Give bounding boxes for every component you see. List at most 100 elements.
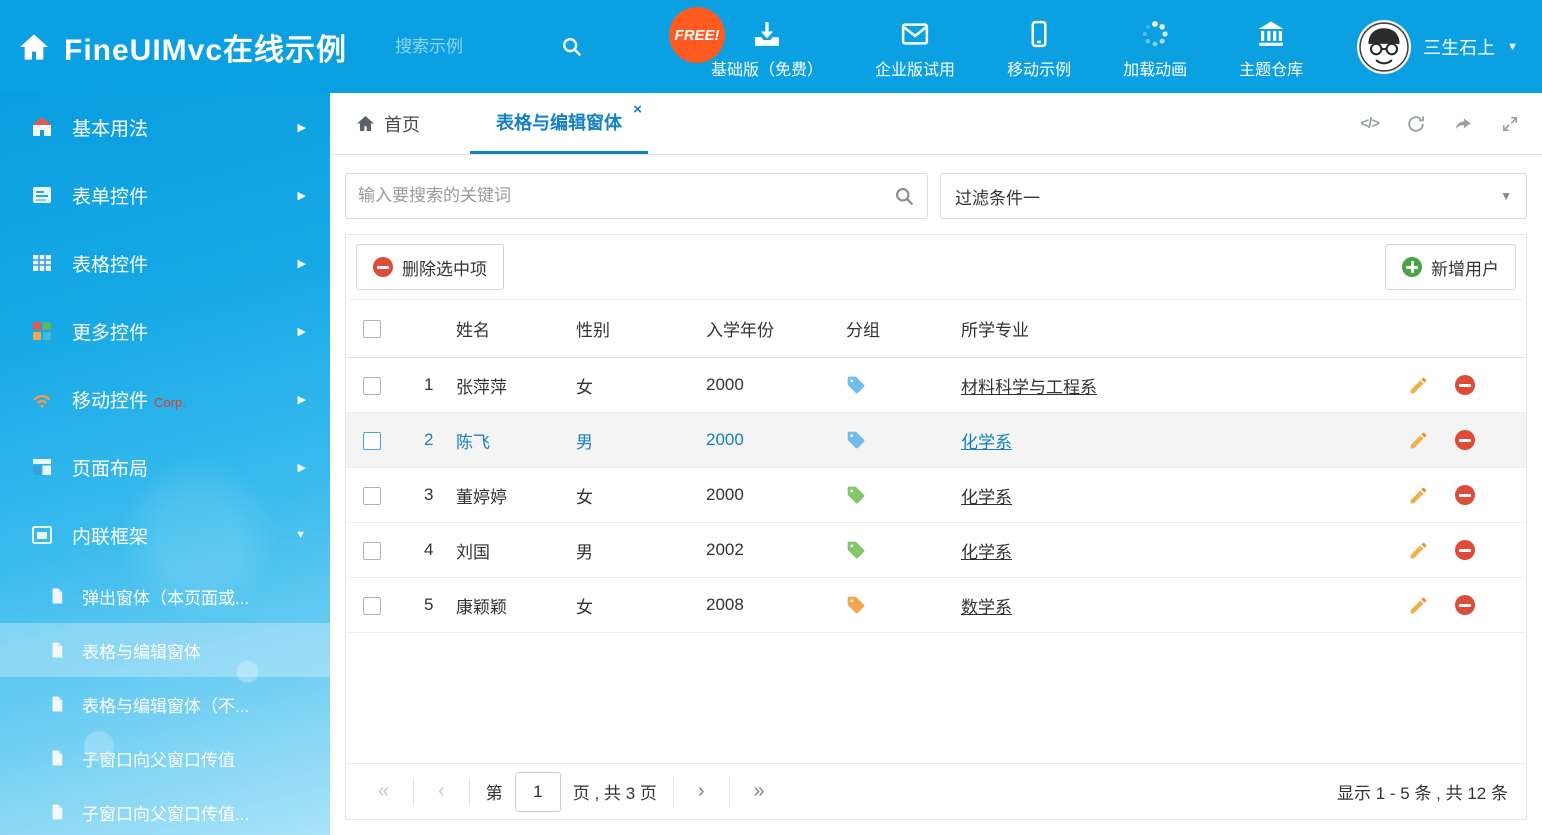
table-row[interactable]: 5 康颖颖 女 2008 数学系 <box>346 578 1526 633</box>
major-link[interactable]: 化学系 <box>961 543 1012 562</box>
sidebar-item-iframe[interactable]: 内联框架 ▼ <box>0 501 330 569</box>
first-page-button[interactable]: « <box>370 780 397 803</box>
sidebar-item-grid-controls[interactable]: 表格控件 ▶ <box>0 229 330 297</box>
chevron-right-icon: ▶ <box>298 121 306 134</box>
pager-divider <box>469 778 470 806</box>
page-label-before: 第 <box>486 779 503 804</box>
sidebar-subitem-child-to-parent-2[interactable]: 子窗口向父窗口传值... <box>0 785 330 835</box>
chevron-right-icon: ▶ <box>298 257 306 270</box>
row-checkbox[interactable] <box>363 432 381 450</box>
plus-circle-icon <box>1402 257 1422 277</box>
next-page-button[interactable]: › <box>690 780 713 803</box>
table-row[interactable]: 3 董婷婷 女 2000 化学系 <box>346 468 1526 523</box>
edit-pencil-icon[interactable] <box>1408 485 1429 506</box>
filter-dropdown[interactable]: 过滤条件一 ▼ <box>940 173 1527 219</box>
nav-label: 企业版试用 <box>875 56 955 80</box>
file-icon <box>48 803 66 821</box>
delete-row-icon[interactable] <box>1455 375 1475 395</box>
app-logo[interactable]: FineUIMvc在线示例 <box>18 25 347 69</box>
edit-pencil-icon[interactable] <box>1408 430 1429 451</box>
prev-page-button[interactable]: ‹ <box>430 780 453 803</box>
delete-selected-button[interactable]: 删除选中项 <box>356 244 504 290</box>
sidebar-item-label: 移动控件 <box>72 386 148 413</box>
header-search[interactable] <box>395 36 605 58</box>
grid-icon <box>30 251 54 275</box>
grid-empty-area <box>346 633 1526 763</box>
minus-circle-icon <box>373 257 393 277</box>
keyword-search-input[interactable] <box>358 186 894 206</box>
delete-row-icon[interactable] <box>1455 595 1475 615</box>
search-icon[interactable] <box>894 186 915 207</box>
sidebar-item-label: 内联框架 <box>72 522 148 549</box>
row-checkbox[interactable] <box>363 487 381 505</box>
close-icon[interactable]: × <box>633 102 642 117</box>
keyword-search-box[interactable] <box>345 173 928 219</box>
delete-row-icon[interactable] <box>1455 485 1475 505</box>
page-input[interactable] <box>515 772 561 812</box>
refresh-icon[interactable] <box>1406 114 1426 134</box>
major-link[interactable]: 材料科学与工程系 <box>961 378 1097 397</box>
user-name: 三生石上 <box>1423 34 1495 60</box>
sidebar-subitem-label: 子窗口向父窗口传值 <box>82 746 235 771</box>
tag-icon <box>846 430 866 450</box>
row-checkbox[interactable] <box>363 542 381 560</box>
expand-icon[interactable] <box>1500 114 1520 134</box>
sidebar-subitem-grid-edit-window[interactable]: 表格与编辑窗体 <box>0 623 330 677</box>
edit-pencil-icon[interactable] <box>1408 540 1429 561</box>
sidebar-item-basic-usage[interactable]: 基本用法 ▶ <box>0 93 330 161</box>
tab-label: 表格与编辑窗体 <box>496 109 622 135</box>
sidebar-item-label: 基本用法 <box>72 114 148 141</box>
user-menu[interactable]: 三生石上 ▼ <box>1357 20 1518 74</box>
sidebar-item-more-controls[interactable]: 更多控件 ▶ <box>0 297 330 365</box>
table-row[interactable]: 2 陈飞 男 2000 化学系 <box>346 413 1526 468</box>
row-number: 3 <box>406 485 456 505</box>
sidebar-item-page-layout[interactable]: 页面布局 ▶ <box>0 433 330 501</box>
sidebar-subitem-label: 子窗口向父窗口传值... <box>82 800 249 825</box>
major-link[interactable]: 化学系 <box>961 488 1012 507</box>
add-button-label: 新增用户 <box>1431 255 1499 280</box>
nav-label: 加载动画 <box>1123 56 1187 80</box>
sidebar-subitem-grid-edit-window-2[interactable]: 表格与编辑窗体（不... <box>0 677 330 731</box>
sidebar-item-mobile-controls[interactable]: 移动控件 Corp. ▶ <box>0 365 330 433</box>
filter-row: 过滤条件一 ▼ <box>330 155 1542 234</box>
table-row[interactable]: 4 刘国 男 2002 化学系 <box>346 523 1526 578</box>
row-number: 4 <box>406 540 456 560</box>
source-code-icon[interactable]: </> <box>1360 115 1379 132</box>
sidebar-subitem-label: 弹出窗体（本页面或... <box>82 584 249 609</box>
add-user-button[interactable]: 新增用户 <box>1385 244 1516 290</box>
file-icon <box>48 641 66 659</box>
tab-home[interactable]: 首页 <box>348 93 428 154</box>
major-link[interactable]: 数学系 <box>961 598 1012 617</box>
sidebar-item-label: 页面布局 <box>72 454 148 481</box>
row-checkbox[interactable] <box>363 377 381 395</box>
nav-item-enterprise-trial[interactable]: 企业版试用 <box>875 13 955 80</box>
major-link[interactable]: 化学系 <box>961 433 1012 452</box>
col-header-group: 分组 <box>846 316 961 341</box>
delete-row-icon[interactable] <box>1455 430 1475 450</box>
sidebar-subitem-popup-window[interactable]: 弹出窗体（本页面或... <box>0 569 330 623</box>
col-header-gender: 性别 <box>576 316 706 341</box>
table-row[interactable]: 1 张萍萍 女 2000 材料科学与工程系 <box>346 358 1526 413</box>
nav-item-basic-edition[interactable]: FREE! 基础版（免费） <box>711 13 823 80</box>
last-page-button[interactable]: » <box>746 780 773 803</box>
row-checkbox[interactable] <box>363 597 381 615</box>
table-header-row: 姓名 性别 入学年份 分组 所学专业 <box>346 300 1526 358</box>
sidebar-item-label: 表单控件 <box>72 182 148 209</box>
nav-item-mobile-demo[interactable]: 移动示例 <box>1007 13 1071 80</box>
select-all-checkbox[interactable] <box>363 320 381 338</box>
nav-item-loading-animation[interactable]: 加载动画 <box>1123 13 1187 80</box>
nav-item-theme-store[interactable]: 主题仓库 <box>1239 13 1303 80</box>
edit-pencil-icon[interactable] <box>1408 595 1429 616</box>
edit-pencil-icon[interactable] <box>1408 375 1429 396</box>
sidebar-subitem-child-to-parent[interactable]: 子窗口向父窗口传值 <box>0 731 330 785</box>
delete-row-icon[interactable] <box>1455 540 1475 560</box>
share-icon[interactable] <box>1453 114 1473 134</box>
signal-icon <box>30 387 54 411</box>
cell-name: 张萍萍 <box>456 373 576 398</box>
tab-grid-edit-window[interactable]: 表格与编辑窗体 × <box>470 93 648 154</box>
search-icon[interactable] <box>561 36 583 58</box>
header-search-input[interactable] <box>395 37 545 57</box>
sidebar-item-form-controls[interactable]: 表单控件 ▶ <box>0 161 330 229</box>
envelope-icon <box>900 19 930 49</box>
filter-dropdown-value: 过滤条件一 <box>955 184 1040 209</box>
